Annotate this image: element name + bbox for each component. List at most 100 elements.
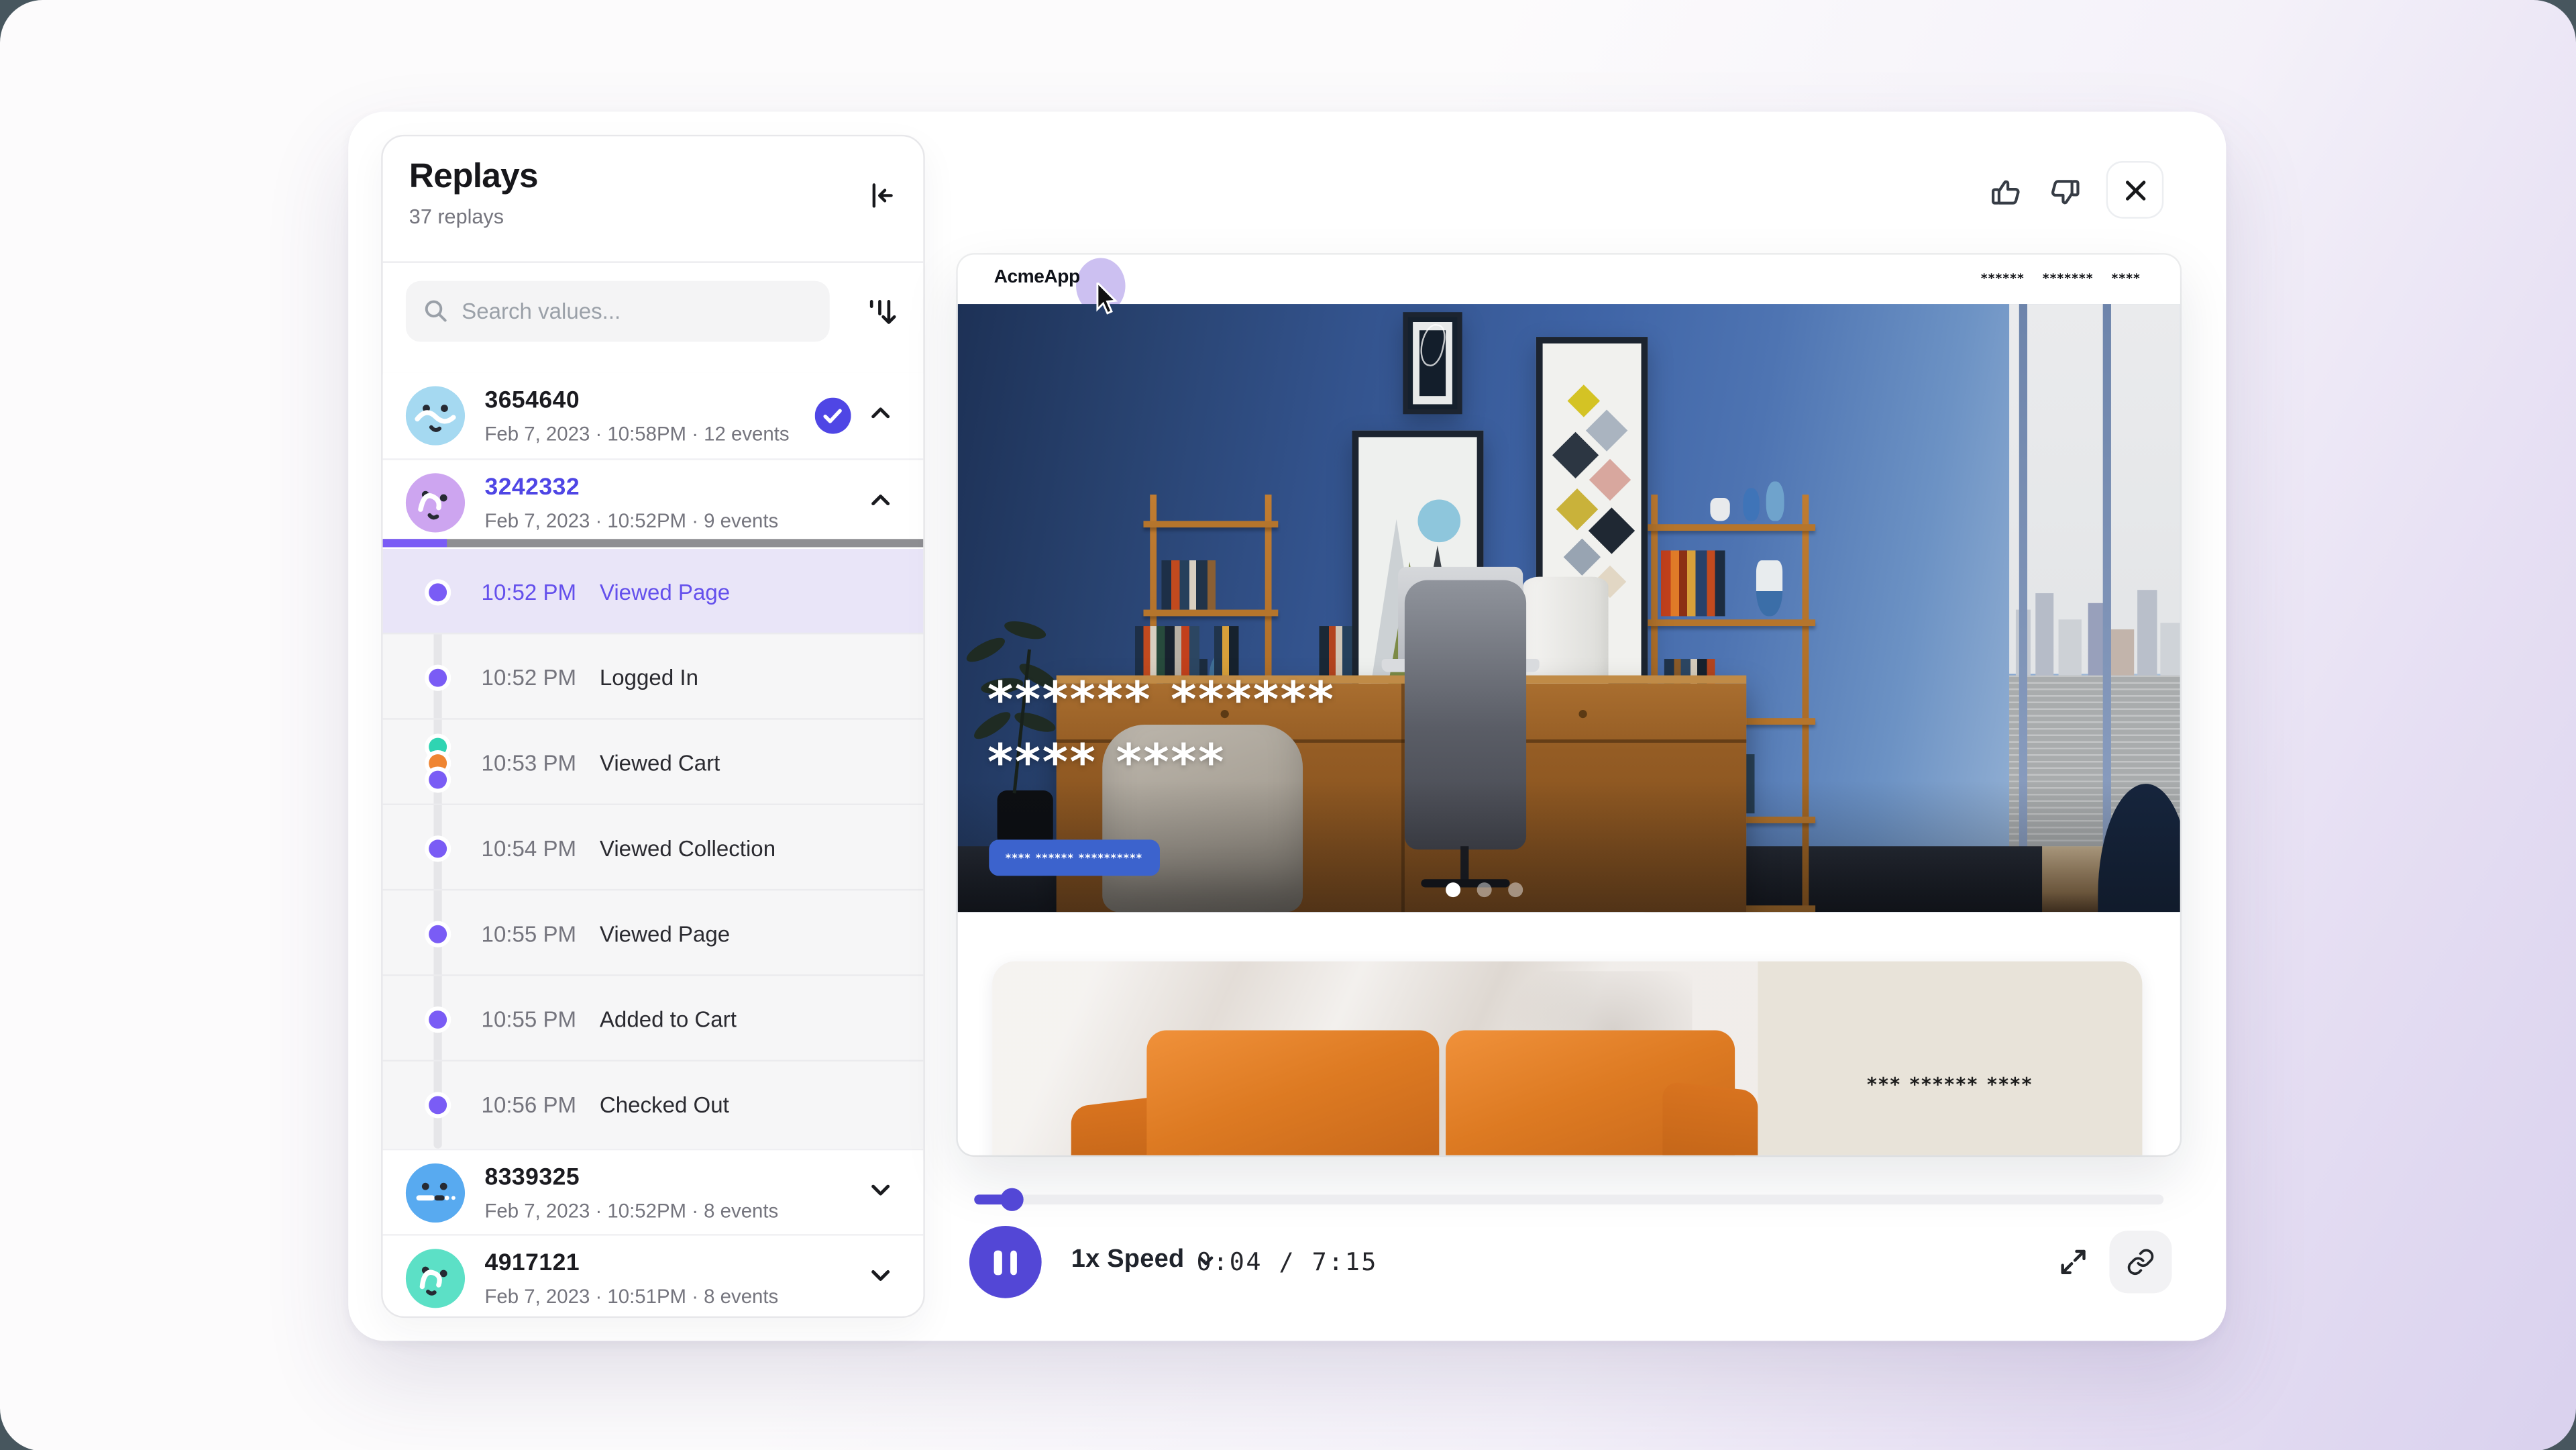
replay-cursor-icon [1095, 282, 1122, 315]
session-meta: Feb 7, 2023 · 10:52PM · 9 events [484, 509, 778, 532]
avatar [406, 386, 465, 446]
session-row-3242332[interactable]: 3242332 Feb 7, 2023 · 10:52PM · 9 events [383, 460, 924, 548]
event-dot [429, 583, 447, 601]
copy-link-button[interactable] [2109, 1231, 2171, 1293]
playback-time: 0:04 / 7:15 [348, 1247, 2226, 1277]
replay-modal: Replays 37 replays [348, 112, 2226, 1341]
replayed-app-bar: AcmeApp ****** ******* **** [958, 255, 2180, 304]
session-id: 3654640 [484, 388, 580, 414]
product-text-panel: *** ****** **** [1758, 962, 2142, 1155]
shelf-vase [1743, 488, 1759, 521]
check-badge-icon [815, 398, 851, 434]
hero-headline-line1: ****** ****** [987, 672, 1335, 730]
session-meta: Feb 7, 2023 · 10:52PM · 8 events [484, 1200, 778, 1223]
event-label: Added to Cart [600, 1007, 737, 1032]
event-time: 10:52 PM [482, 666, 577, 690]
session-row-8339325[interactable]: 8339325 Feb 7, 2023 · 10:52PM · 8 events [383, 1149, 924, 1236]
event-label: Viewed Collection [600, 837, 775, 862]
replay-count: 37 replays [409, 205, 504, 228]
chevron-up-icon[interactable] [867, 399, 900, 432]
thumbs-down-icon [2044, 172, 2084, 212]
replay-viewport: AcmeApp ****** ******* **** [958, 255, 2180, 1155]
event-label: Viewed Cart [600, 751, 720, 776]
event-dot-purple [429, 771, 447, 789]
product-masked-text: *** ****** **** [1758, 1073, 2142, 1096]
session-row-3654640[interactable]: 3654640 Feb 7, 2023 · 10:58PM · 12 event… [383, 373, 924, 460]
event-label: Checked Out [600, 1093, 729, 1118]
link-icon [2126, 1247, 2155, 1277]
session-id: 3242332 [484, 475, 580, 501]
avatar [406, 1163, 465, 1223]
session-id: 8339325 [484, 1165, 580, 1191]
screen: Replays 37 replays [0, 0, 2576, 1450]
session-progress-fill [383, 539, 448, 547]
sort-descending-icon [864, 294, 900, 330]
masked-nav-item: ******* [2043, 271, 2094, 286]
shelf-vase [1766, 482, 1784, 521]
session-progress-track[interactable] [383, 539, 924, 547]
event-dot [429, 839, 447, 858]
window-skyline [2009, 580, 2180, 675]
fullscreen-button[interactable] [2053, 1242, 2093, 1282]
wall-frame-sketch [1403, 312, 1462, 414]
event-row[interactable]: 10:55 PM Added to Cart [383, 976, 924, 1061]
masked-nav-item: ****** [1981, 271, 2025, 286]
collapse-sidebar-button[interactable] [861, 176, 900, 215]
replayed-app-nav: ****** ******* **** [1981, 271, 2141, 286]
event-dot [429, 925, 447, 943]
thumbs-up-button[interactable] [1986, 171, 2029, 214]
event-row[interactable]: 10:52 PM Logged In [383, 634, 924, 719]
event-row[interactable]: 10:56 PM Checked Out [383, 1061, 924, 1147]
event-time: 10:55 PM [482, 1007, 577, 1032]
product-photo [992, 962, 1758, 1155]
divider [383, 261, 924, 262]
replayed-hero-image: ****** ****** **** **** **** ****** ****… [958, 304, 2180, 912]
event-label: Logged In [600, 666, 698, 690]
thumbs-down-button[interactable] [2042, 171, 2085, 214]
thumbs-up-icon [1988, 172, 2027, 212]
event-label: Viewed Page [600, 922, 730, 947]
collapse-left-icon [864, 179, 897, 212]
session-meta: Feb 7, 2023 · 10:58PM · 12 events [484, 422, 789, 445]
event-dot-orange [429, 754, 447, 772]
masked-nav-item: **** [2112, 271, 2141, 286]
carousel-dot [1507, 882, 1522, 897]
event-dot-teal [429, 738, 447, 756]
sort-button[interactable] [861, 291, 904, 333]
event-row[interactable]: 10:55 PM Viewed Page [383, 890, 924, 976]
event-list: 10:52 PM Viewed Page 10:52 PM Logged In … [383, 549, 924, 1149]
carousel-dot [1476, 882, 1491, 897]
chevron-down-icon[interactable] [867, 1176, 900, 1209]
sidebar-title: Replays [409, 158, 538, 197]
replays-sidebar: Replays 37 replays [381, 135, 925, 1318]
carousel-dots [958, 882, 2009, 897]
event-dot [429, 1096, 447, 1114]
couch-cushion [1146, 1031, 1439, 1155]
event-time: 10:55 PM [482, 922, 577, 947]
search-input[interactable] [406, 281, 830, 342]
player-progress-handle[interactable] [1000, 1188, 1023, 1211]
session-meta: Feb 7, 2023 · 10:51PM · 8 events [484, 1285, 778, 1308]
chevron-up-icon[interactable] [867, 486, 900, 519]
carousel-dot-active [1445, 882, 1460, 897]
hero-cta-button: **** ****** ********** [989, 839, 1159, 876]
player-progress-track[interactable] [974, 1194, 2163, 1204]
event-time: 10:56 PM [482, 1093, 577, 1118]
expand-icon [2057, 1245, 2090, 1278]
event-row[interactable]: 10:53 PM Viewed Cart [383, 720, 924, 805]
event-time: 10:52 PM [482, 580, 577, 605]
event-row[interactable]: 10:52 PM Viewed Page [383, 549, 924, 634]
event-dot [429, 1011, 447, 1029]
shelf-bowl [1710, 498, 1729, 521]
replayed-product-card: *** ****** **** [992, 962, 2142, 1155]
hero-headline-line2: **** **** [987, 735, 1226, 792]
event-dot [429, 669, 447, 687]
avatar [406, 473, 465, 532]
close-icon [2122, 176, 2148, 203]
close-button[interactable] [2106, 161, 2164, 219]
shelf-vase [1756, 560, 1782, 616]
player-progress-fill [974, 1194, 1010, 1204]
event-time: 10:53 PM [482, 751, 577, 776]
event-label: Viewed Page [600, 580, 730, 605]
event-row[interactable]: 10:54 PM Viewed Collection [383, 805, 924, 890]
